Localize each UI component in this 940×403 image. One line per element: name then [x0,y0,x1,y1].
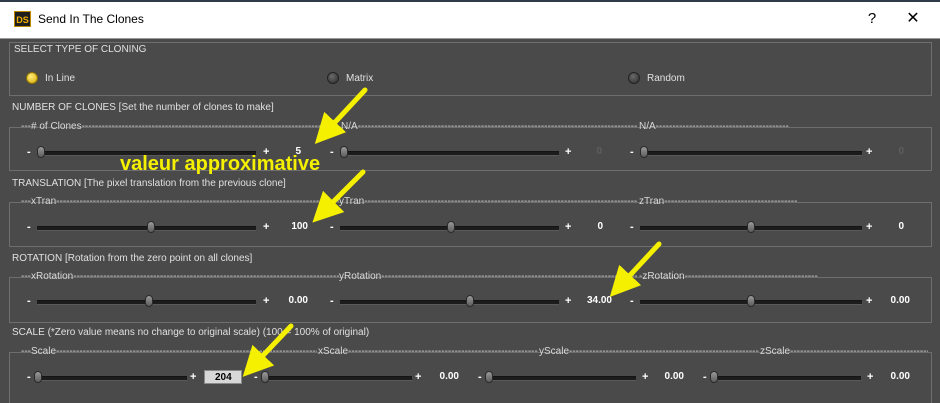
ytran-value: 0 [597,221,603,232]
scale-plus[interactable]: + [190,369,200,385]
xscale-slider[interactable]: - + [254,369,434,385]
xrotation-minus[interactable]: - [27,293,35,309]
radio-random-label: Random [647,72,685,84]
radio-matrix-indicator[interactable] [327,72,339,84]
xtran-slider[interactable]: - + [27,219,277,235]
zrotation-minus[interactable]: - [630,293,638,309]
title-bar-strip [0,0,940,2]
clones-na-1-thumb[interactable] [340,146,348,158]
clones-na-2-slider[interactable]: - + [630,144,880,160]
xscale-thumb[interactable] [261,371,269,383]
scale-legend: ---Scale--------------------------------… [21,346,317,357]
clones-count-minus[interactable]: - [27,144,35,160]
yrotation-slider[interactable]: - + [330,293,580,309]
number-of-clones-heading: NUMBER OF CLONES [Set the number of clon… [12,102,274,113]
scale-heading: SCALE (*Zero value means no change to or… [12,327,370,338]
scale-thumb[interactable] [34,371,42,383]
clones-count-thumb[interactable] [37,146,45,158]
radio-in-line-indicator[interactable] [26,72,38,84]
radio-random-indicator[interactable] [628,72,640,84]
xtran-thumb[interactable] [147,221,155,233]
yrotation-value: 34.00 [586,295,612,306]
radio-random[interactable]: Random [628,70,685,86]
yrotation-legend: yRotation-------------------------------… [339,271,637,282]
clones-na-1-track[interactable] [340,151,559,156]
yscale-slider[interactable]: - + [478,369,658,385]
ztran-value: 0 [898,221,904,232]
close-button[interactable]: ✕ [903,9,923,29]
rotation-heading: ROTATION [Rotation from the zero point o… [12,253,253,264]
zscale-value: 0.00 [890,371,910,382]
xrotation-slider[interactable]: - + [27,293,277,309]
ytran-thumb[interactable] [447,221,455,233]
ztran-thumb[interactable] [747,221,755,233]
clones-na-1-slider[interactable]: - + [330,144,580,160]
clones-na-2-thumb[interactable] [640,146,648,158]
yrotation-minus[interactable]: - [330,293,338,309]
scale-slider[interactable]: - + [27,369,207,385]
zrotation-thumb[interactable] [747,295,755,307]
xrotation-thumb[interactable] [145,295,153,307]
radio-matrix[interactable]: Matrix [327,70,373,86]
xscale-value: 0.00 [439,371,459,382]
clones-na-2-minus[interactable]: - [630,144,638,160]
clones-na-1-legend: N/A-------------------------------------… [341,121,637,132]
scale-track[interactable] [37,376,187,381]
zscale-slider[interactable]: - + [703,369,883,385]
ytran-slider[interactable]: - + [330,219,580,235]
zrotation-legend: -zRotation------------------------------… [639,271,818,282]
window-title: Send In The Clones [38,12,144,26]
yscale-thumb[interactable] [485,371,493,383]
xscale-legend: xScale----------------------------------… [318,346,538,357]
xrotation-legend: ---xRotation----------------------------… [21,271,339,282]
ytran-minus[interactable]: - [330,219,338,235]
daz-studio-app-icon: DS [14,11,31,27]
zscale-legend: zScale----------------------------------… [760,346,928,357]
scale-value-input[interactable]: 204 [204,370,242,384]
ztran-minus[interactable]: - [630,219,638,235]
dialog-body: SELECT TYPE OF CLONING In Line Matrix Ra… [0,39,940,403]
xtran-value: 100 [291,221,308,232]
yscale-value: 0.00 [664,371,684,382]
yrotation-track[interactable] [340,300,559,305]
zrotation-value: 0.00 [890,295,910,306]
yscale-legend: yScale----------------------------------… [539,346,759,357]
ztran-legend: zTran-----------------------------------… [639,196,798,207]
cloning-type-group [9,42,932,96]
help-button[interactable]: ? [864,10,880,28]
zrotation-slider[interactable]: - + [630,293,880,309]
cloning-type-heading: SELECT TYPE OF CLONING [14,44,147,55]
yscale-track[interactable] [488,376,636,381]
clones-na-2-legend: N/A-------------------------------------… [639,121,789,132]
clones-count-legend: ---# of Clones--------------------------… [21,121,339,132]
xscale-track[interactable] [264,376,412,381]
clones-na-2-value: 0 [898,146,904,157]
radio-in-line[interactable]: In Line [26,70,75,86]
yrotation-thumb[interactable] [466,295,474,307]
title-bar[interactable]: DS Send In The Clones ? ✕ [0,0,940,39]
xrotation-value: 0.00 [288,295,308,306]
clones-na-2-track[interactable] [640,151,862,156]
xtran-legend: ---xTran--------------------------------… [21,196,339,207]
zscale-thumb[interactable] [710,371,718,383]
annotation-text: valeur approximative [120,153,321,175]
radio-matrix-label: Matrix [346,72,374,84]
clones-na-1-minus[interactable]: - [330,144,338,160]
ytran-legend: yTran-----------------------------------… [339,196,637,207]
zscale-track[interactable] [713,376,861,381]
xtran-minus[interactable]: - [27,219,35,235]
clones-na-1-value: 0 [596,146,602,157]
translation-heading: TRANSLATION [The pixel translation from … [12,178,286,189]
radio-in-line-label: In Line [45,72,76,84]
ztran-slider[interactable]: - + [630,219,880,235]
